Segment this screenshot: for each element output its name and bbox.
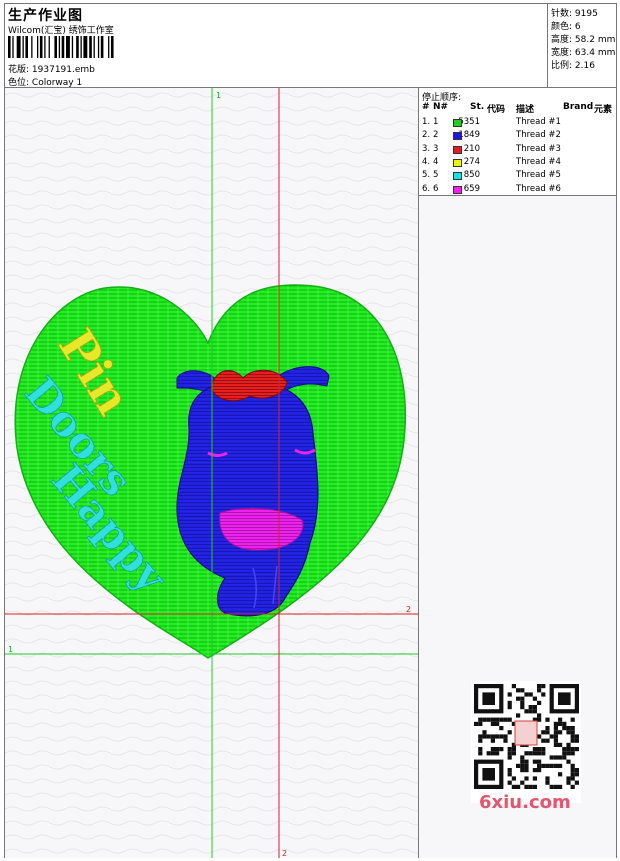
design-stats: 针数: 9195 颜色: 6 高度: 58.2 mm 宽度: 63.4 mm 比… xyxy=(548,4,616,88)
row-index: 4. xyxy=(422,156,431,167)
thread-color-swatch xyxy=(453,132,462,141)
embroidery-preview: Pin Doors Happy 1 1 2 2 xyxy=(5,88,418,858)
thread-color-swatch xyxy=(453,185,462,194)
pattern-value: 1937191.emb xyxy=(31,65,95,75)
pattern-row: 花版: 1937191.emb xyxy=(8,62,95,75)
page-title: 生产作业图 xyxy=(8,8,83,24)
guide-marker-red-right: 2 xyxy=(406,605,411,614)
production-sheet: 生产作业图 Wilcom(汇宝) 绣饰工作室 花版: 1937191.emb 色… xyxy=(4,3,617,858)
pattern-label: 花版: xyxy=(8,65,30,75)
design-canvas[interactable]: Pin Doors Happy 1 1 2 2 xyxy=(5,88,419,858)
row-stitches: 659 xyxy=(463,183,480,194)
site-watermark: 6xiu.com xyxy=(479,792,571,813)
row-number: 3 xyxy=(433,143,439,154)
design-width: 宽度: 63.4 mm xyxy=(551,48,616,58)
stop-sequence-header: # N# St. 代码 描述 Brand 元素 xyxy=(422,102,613,115)
thread-color-swatch xyxy=(453,158,462,167)
stop-sequence-panel: 停止顺序: # N# St. 代码 描述 Brand 元素 1. 1 5351 Thr… xyxy=(419,88,616,196)
thread-row[interactable]: 4. 4 274 Thread #4 xyxy=(419,157,616,170)
thread-row[interactable]: 2. 2 1849 Thread #2 xyxy=(419,130,616,143)
qr-code xyxy=(471,681,581,803)
header-info: 生产作业图 Wilcom(汇宝) 绣饰工作室 花版: 1937191.emb 色… xyxy=(5,4,548,88)
colorway-value: Colorway 1 xyxy=(31,78,83,88)
thread-color-swatch xyxy=(453,172,462,181)
row-number: 5 xyxy=(433,170,439,181)
row-stitches: 210 xyxy=(463,143,480,154)
thread-row[interactable]: 6. 6 659 Thread #6 xyxy=(419,184,616,197)
row-number: 6 xyxy=(433,183,439,194)
guide-marker-green-left: 1 xyxy=(8,645,13,654)
thread-row[interactable]: 3. 3 210 Thread #3 xyxy=(419,144,616,157)
row-index: 3. xyxy=(422,143,431,154)
thread-row[interactable]: 1. 1 5351 Thread #1 xyxy=(419,117,616,130)
guide-marker-green-top: 1 xyxy=(216,91,221,100)
row-index: 6. xyxy=(422,183,431,194)
row-number: 1 xyxy=(433,117,439,127)
row-description: Thread #5 xyxy=(516,170,561,181)
studio-name: Wilcom(汇宝) 绣饰工作室 xyxy=(8,26,114,36)
colorway-label: 色位: xyxy=(8,78,30,88)
row-description: Thread #3 xyxy=(516,143,561,154)
row-description: Thread #6 xyxy=(516,183,561,194)
row-index: 1. xyxy=(422,117,431,127)
design-height: 高度: 58.2 mm xyxy=(551,35,616,45)
row-index: 2. xyxy=(422,130,431,141)
row-description: Thread #4 xyxy=(516,156,561,167)
design-scale: 比例: 2.16 xyxy=(551,61,595,71)
thread-color-swatch xyxy=(453,145,462,154)
row-index: 5. xyxy=(422,170,431,181)
barcode xyxy=(8,36,114,58)
row-number: 2 xyxy=(433,130,439,141)
row-number: 4 xyxy=(433,156,439,167)
row-description: Thread #2 xyxy=(516,130,561,141)
guide-marker-red-bottom: 2 xyxy=(282,849,287,858)
colorway-row: 色位: Colorway 1 xyxy=(8,75,82,88)
stitch-count: 针数: 9195 xyxy=(551,9,598,19)
thread-row[interactable]: 5. 5 850 Thread #5 xyxy=(419,170,616,183)
row-stitches: 850 xyxy=(463,170,480,181)
row-description: Thread #1 xyxy=(516,117,561,127)
color-count: 颜色: 6 xyxy=(551,22,581,32)
row-stitches: 274 xyxy=(463,156,480,167)
thread-color-swatch xyxy=(453,119,462,127)
